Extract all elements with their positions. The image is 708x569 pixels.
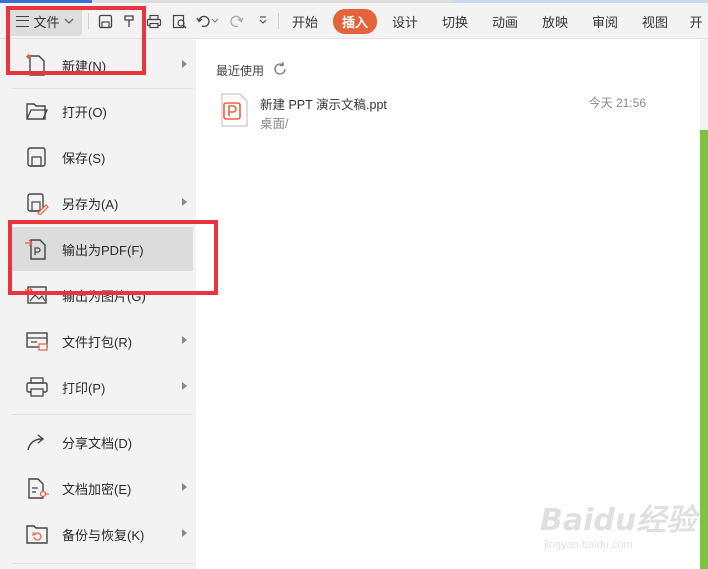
recent-file-time: 今天 21:56 [588, 96, 646, 110]
menu-item-label: 打开(O) [62, 104, 107, 120]
recent-files-panel: 最近使用 新建 PPT 演示文稿.ppt 桌面/ 今天 21:56 [196, 39, 700, 569]
menu-item-label: 另存为(A) [62, 196, 119, 212]
menu-item-label: 备份与恢复(K) [62, 527, 145, 543]
recent-file-path: 桌面/ [260, 117, 289, 131]
highlight-box-export-pdf [8, 220, 218, 295]
menu-item-label: 分享文档(D) [62, 435, 133, 451]
folder-open-icon [26, 103, 49, 120]
toolbar-divider [278, 13, 279, 29]
menu-item-save-as[interactable]: 另存为(A) [12, 181, 193, 225]
file-menu-panel: 新建(N) 打开(O) 保存(S) 另存为(A) 输出为PDF(F) 输出为图片… [0, 39, 196, 569]
menu-item-share[interactable]: 分享文档(D) [12, 420, 193, 464]
undo-icon[interactable] [193, 3, 221, 39]
menu-divider [12, 563, 193, 564]
tab-view[interactable]: 视图 [636, 3, 674, 39]
tab-review[interactable]: 审阅 [586, 3, 624, 39]
tab-animations[interactable]: 动画 [486, 3, 524, 39]
slide-edge [700, 130, 708, 569]
tab-insert[interactable]: 插入 [331, 3, 379, 39]
tab-developer[interactable]: 开 [684, 3, 708, 39]
save-as-icon [27, 193, 49, 215]
menu-item-print[interactable]: 打印(P) [12, 365, 193, 409]
save-icon [27, 147, 46, 167]
menu-divider [12, 414, 193, 415]
highlight-box-file-menu [6, 6, 146, 75]
print-icon[interactable] [143, 3, 165, 39]
print-preview-icon[interactable] [168, 3, 190, 39]
recent-file-name: 新建 PPT 演示文稿.ppt [260, 98, 387, 112]
recent-file-item[interactable]: 新建 PPT 演示文稿.ppt 桌面/ 今天 21:56 [216, 89, 686, 133]
refresh-icon[interactable] [272, 61, 288, 77]
menu-item-encrypt[interactable]: 文档加密(E) [12, 466, 193, 510]
backup-icon [26, 525, 48, 544]
recent-files-title: 最近使用 [216, 64, 265, 78]
submenu-arrow-icon [182, 198, 187, 206]
tab-transitions[interactable]: 切换 [436, 3, 474, 39]
share-icon [27, 434, 45, 451]
menu-item-label: 文档加密(E) [62, 481, 132, 497]
tab-slideshow[interactable]: 放映 [536, 3, 574, 39]
submenu-arrow-icon [182, 382, 187, 390]
submenu-arrow-icon [182, 60, 187, 68]
menu-item-label: 保存(S) [62, 150, 106, 166]
print-icon [26, 377, 48, 397]
encrypt-icon [28, 478, 49, 499]
menu-item-save[interactable]: 保存(S) [12, 135, 193, 179]
ppt-file-icon [221, 93, 248, 127]
menu-item-label: 打印(P) [62, 380, 106, 396]
menu-item-open[interactable]: 打开(O) [12, 89, 193, 133]
submenu-arrow-icon [182, 529, 187, 537]
menu-item-label: 文件打包(R) [62, 334, 133, 350]
submenu-arrow-icon [182, 483, 187, 491]
watermark-url: jingyan.baidu.com [544, 539, 633, 551]
watermark: Baidu经验 jingyan.baidu.com [540, 495, 700, 565]
tab-design[interactable]: 设计 [386, 3, 424, 39]
menu-item-backup[interactable]: 备份与恢复(K) [12, 512, 193, 556]
submenu-arrow-icon [182, 336, 187, 344]
menu-item-package[interactable]: 文件打包(R) [12, 319, 193, 363]
customize-toolbar-icon[interactable] [254, 3, 272, 39]
watermark-brand: Baidu经验 [540, 503, 697, 538]
tab-home[interactable]: 开始 [286, 3, 324, 39]
package-icon [26, 332, 48, 351]
redo-icon[interactable] [226, 3, 248, 39]
